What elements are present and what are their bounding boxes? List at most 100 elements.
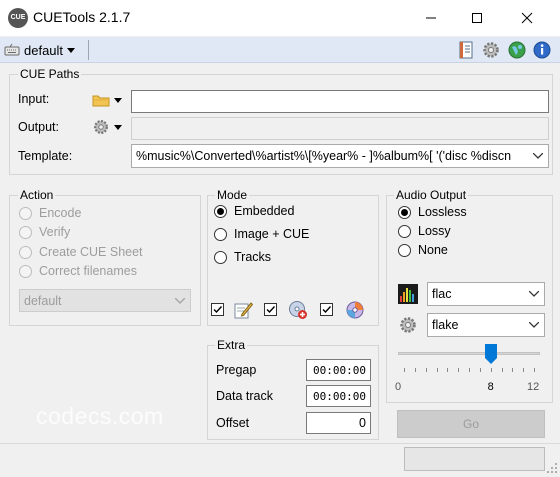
output-path-field[interactable]: [131, 117, 549, 140]
format-dropdown[interactable]: flac: [427, 282, 545, 306]
slider-tick: [414, 368, 416, 372]
option-checkbox-2[interactable]: [264, 303, 277, 316]
log-button[interactable]: [456, 40, 476, 60]
close-icon: [521, 12, 533, 24]
close-button[interactable]: [504, 0, 550, 36]
correct-filenames-label: Correct filenames: [39, 264, 137, 278]
edit-icon: [234, 302, 254, 319]
slider-tick: [534, 368, 535, 372]
input-browse-button[interactable]: [92, 91, 128, 109]
correct-filenames-radio[interactable]: [19, 265, 32, 278]
disc-burn-icon: [346, 301, 364, 319]
lossy-label: Lossy: [418, 224, 451, 238]
tracks-radio[interactable]: [214, 251, 227, 264]
template-value: %music%\Converted\%artist%\[%year% - ]%a…: [136, 149, 512, 163]
encoder-dropdown[interactable]: flake: [427, 313, 545, 337]
window-title: CUETools 2.1.7: [33, 9, 131, 25]
toolbar: [0, 37, 560, 63]
output-settings-button[interactable]: [92, 118, 128, 136]
image-cue-radio[interactable]: [214, 228, 227, 241]
input-path-value: [132, 94, 135, 108]
verify-radio[interactable]: [19, 226, 32, 239]
toolbar-separator: [88, 40, 89, 60]
app-logo-icon: CUE: [8, 8, 28, 28]
disc-add-icon: [289, 301, 307, 319]
input-path-field[interactable]: [131, 90, 549, 113]
mode-label: Mode: [215, 188, 250, 202]
slider-tick: [490, 368, 492, 372]
slider-tick: [523, 368, 525, 372]
slider-value-label: 8: [487, 381, 494, 393]
chevron-down-icon: [114, 97, 122, 103]
status-divider: [0, 443, 560, 444]
edit-tags-button[interactable]: [233, 300, 254, 323]
notebook-icon: [459, 41, 473, 59]
burn-disc-button[interactable]: [345, 300, 365, 323]
embedded-radio[interactable]: [214, 205, 227, 218]
slider-tick: [469, 368, 470, 372]
option-checkbox-1[interactable]: [211, 303, 224, 316]
gear-icon: [400, 317, 416, 333]
add-files-button[interactable]: [288, 300, 308, 323]
lossy-radio[interactable]: [398, 225, 411, 238]
watermark: codecs.com: [36, 403, 164, 429]
folder-icon: [92, 95, 110, 107]
lossless-label: Lossless: [418, 205, 467, 219]
chevron-down-icon: [529, 291, 539, 297]
extra-label: Extra: [215, 338, 248, 352]
offset-label: Offset: [216, 416, 250, 430]
slider-tick: [479, 368, 481, 372]
chevron-down-icon: [175, 297, 185, 304]
chevron-down-icon: [529, 322, 539, 328]
minimize-icon: [426, 17, 436, 19]
slider-ticks: [398, 368, 540, 373]
create-cue-sheet-radio[interactable]: [19, 246, 32, 259]
checkmark-icon: [213, 306, 223, 314]
audio-output-label: Audio Output: [394, 188, 469, 202]
slider-thumb[interactable]: [484, 344, 497, 364]
go-button[interactable]: Go: [397, 410, 545, 438]
data-track-label: Data track: [216, 389, 273, 403]
none-radio[interactable]: [398, 244, 411, 257]
slider-tick: [436, 368, 438, 372]
embedded-label: Embedded: [234, 204, 295, 218]
pregap-label: Pregap: [216, 363, 257, 377]
output-path-value: [132, 121, 135, 135]
slider-tick: [404, 368, 405, 372]
web-button[interactable]: [507, 40, 527, 60]
encoder-settings-icon-wrap: [398, 315, 418, 338]
output-label: Output:: [18, 120, 59, 134]
tracks-label: Tracks: [234, 250, 272, 264]
maximize-icon: [472, 13, 482, 23]
action-profile-dropdown[interactable]: default: [19, 289, 191, 312]
minimize-button[interactable]: [408, 0, 454, 36]
profile-label: default: [24, 42, 64, 58]
resize-grip[interactable]: [547, 463, 558, 477]
offset-field[interactable]: 0: [306, 412, 371, 434]
resize-grip-icon: [547, 463, 557, 473]
settings-button[interactable]: [481, 40, 501, 60]
progress-bar: [404, 447, 545, 471]
slider-tick: [501, 368, 503, 372]
action-label: Action: [18, 188, 56, 202]
data-track-field[interactable]: 00:00:00: [306, 385, 371, 407]
gear-icon: [94, 120, 108, 134]
profile-dropdown[interactable]: default: [4, 41, 76, 59]
slider-tick: [512, 368, 514, 372]
compression-slider[interactable]: [398, 344, 540, 376]
maximize-button[interactable]: [454, 0, 500, 36]
pregap-field[interactable]: 00:00:00: [306, 359, 371, 381]
about-button[interactable]: [532, 40, 552, 60]
encode-radio[interactable]: [19, 207, 32, 220]
offset-value: 0: [359, 416, 366, 430]
globe-icon: [508, 41, 526, 59]
option-checkbox-3[interactable]: [320, 303, 333, 316]
none-label: None: [418, 243, 448, 257]
lossless-radio[interactable]: [398, 206, 411, 219]
slider-tick: [425, 368, 427, 372]
encode-label: Encode: [39, 206, 82, 220]
cue-paths-label: CUE Paths: [18, 67, 82, 81]
template-combobox[interactable]: %music%\Converted\%artist%\[%year% - ]%a…: [131, 144, 549, 168]
chevron-down-icon: [114, 124, 122, 130]
image-cue-label: Image + CUE: [234, 227, 310, 241]
